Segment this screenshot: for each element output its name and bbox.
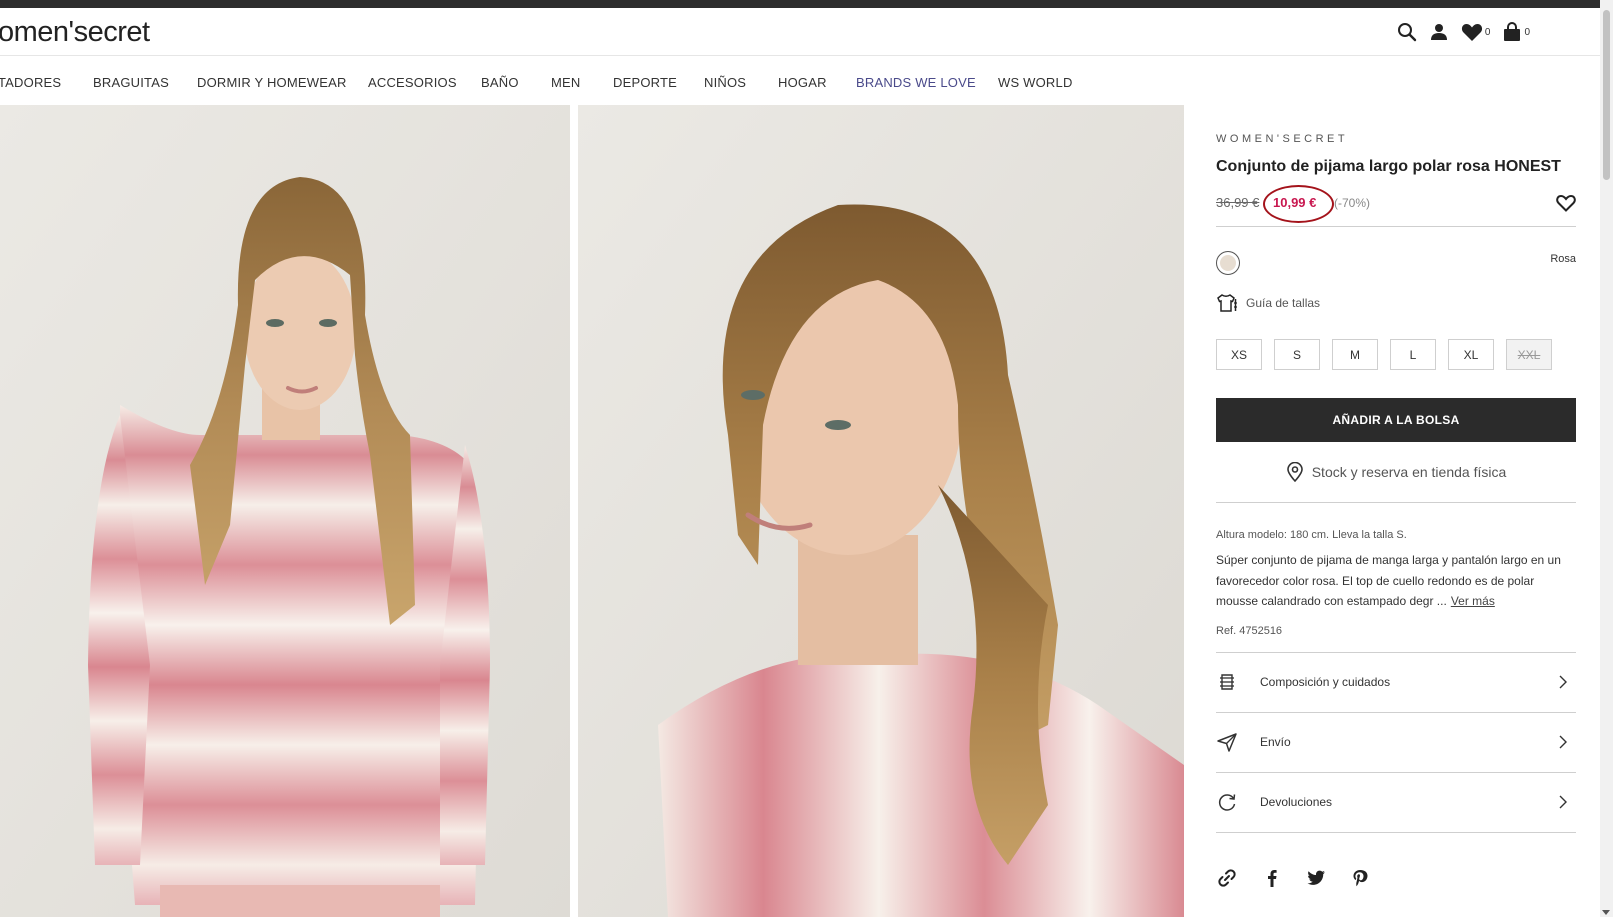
size-option-m[interactable]: M — [1332, 339, 1378, 370]
shopping-bag-icon — [1504, 22, 1521, 41]
add-to-bag-button[interactable]: AÑADIR A LA BOLSA — [1216, 398, 1576, 442]
product-title: Conjunto de pijama largo polar rosa HONE… — [1216, 158, 1561, 175]
nav-item-bano[interactable]: BAÑO — [481, 75, 519, 90]
description-text: Súper conjunto de pijama de manga larga … — [1216, 553, 1561, 608]
accordion-shipping-label: Envío — [1260, 735, 1291, 749]
accordion-composition[interactable]: Composición y cuidados — [1216, 652, 1576, 712]
nav-item-hogar[interactable]: HOGAR — [778, 75, 827, 90]
nav-item-brands-we-love[interactable]: BRANDS WE LOVE — [856, 75, 976, 90]
site-header: omen'secret 0 0 — [0, 8, 1600, 56]
accordion-returns-label: Devoluciones — [1260, 795, 1333, 809]
price-highlight-circle — [1263, 185, 1334, 223]
discount-percent: (-70%) — [1334, 196, 1371, 210]
product-details-panel: WOMEN'SECRET Conjunto de pijama largo po… — [1216, 105, 1576, 917]
search-icon[interactable] — [1397, 22, 1417, 42]
copy-link-icon[interactable] — [1216, 867, 1238, 889]
size-option-s[interactable]: S — [1274, 339, 1320, 370]
size-option-xxl-unavailable[interactable]: XXL — [1506, 339, 1552, 370]
nav-item-braguitas[interactable]: BRAGUITAS — [93, 75, 169, 90]
price-row: 36,99 € 10,99 € (-70%) — [1216, 185, 1576, 223]
nav-item-accesorios[interactable]: ACCESORIOS — [368, 75, 457, 90]
store-stock-link[interactable]: Stock y reserva en tienda física — [1216, 457, 1576, 487]
cart-link[interactable]: 0 — [1502, 22, 1530, 42]
wishlist-link[interactable]: 0 — [1461, 22, 1491, 42]
selected-color-name: Rosa — [1550, 253, 1576, 265]
size-option-xl[interactable]: XL — [1448, 339, 1494, 370]
divider — [1216, 832, 1576, 833]
care-label-icon — [1216, 672, 1238, 692]
location-pin-icon — [1286, 462, 1303, 482]
shirt-ruler-icon — [1217, 294, 1237, 312]
nav-item-deporte[interactable]: DEPORTE — [613, 75, 677, 90]
chevron-right-icon — [1558, 794, 1572, 810]
chevron-right-icon — [1558, 734, 1572, 750]
nav-item-dormir-homewear[interactable]: DORMIR Y HOMEWEAR — [197, 75, 347, 90]
wishlist-count: 0 — [1484, 26, 1491, 38]
add-to-wishlist-heart-icon[interactable] — [1556, 194, 1576, 217]
accordion-shipping[interactable]: Envío — [1216, 712, 1576, 772]
product-reference: Ref. 4752516 — [1216, 625, 1283, 637]
facebook-icon[interactable] — [1262, 868, 1282, 888]
nav-item-ws-world[interactable]: WS WORLD — [998, 75, 1073, 90]
product-brand: WOMEN'SECRET — [1216, 133, 1349, 145]
account-icon[interactable] — [1429, 22, 1449, 42]
divider — [1216, 502, 1576, 503]
size-guide-label: Guía de tallas — [1246, 296, 1321, 310]
original-price: 36,99 € — [1216, 195, 1260, 210]
divider — [1216, 226, 1576, 227]
store-stock-label: Stock y reserva en tienda física — [1311, 464, 1507, 480]
main-navigation: TADORES BRAGUITAS DORMIR Y HOMEWEAR ACCE… — [0, 56, 1600, 106]
nav-item-men[interactable]: MEN — [551, 75, 581, 90]
accordion-composition-label: Composición y cuidados — [1260, 675, 1391, 689]
send-paper-plane-icon — [1216, 732, 1238, 752]
read-more-link[interactable]: Ver más — [1451, 594, 1495, 608]
refresh-return-icon — [1216, 792, 1238, 812]
scroll-down-arrow-icon[interactable] — [1602, 910, 1610, 915]
brand-logo[interactable]: omen'secret — [0, 16, 150, 49]
cart-count: 0 — [1524, 26, 1530, 38]
product-description: Súper conjunto de pijama de manga larga … — [1216, 550, 1574, 612]
pinterest-icon[interactable] — [1350, 868, 1370, 888]
share-links — [1216, 867, 1370, 889]
accordion-returns[interactable]: Devoluciones — [1216, 772, 1576, 832]
size-guide-link[interactable]: Guía de tallas — [1216, 293, 1320, 313]
product-image-front[interactable] — [0, 105, 570, 917]
size-selector: XS S M L XL XXL — [1216, 339, 1552, 370]
twitter-icon[interactable] — [1306, 868, 1326, 888]
scrollbar-thumb[interactable] — [1603, 10, 1610, 180]
chevron-right-icon — [1558, 674, 1572, 690]
top-strip — [0, 0, 1613, 8]
size-option-l[interactable]: L — [1390, 339, 1436, 370]
color-swatch[interactable] — [1216, 251, 1240, 275]
product-image-portrait[interactable] — [578, 105, 1184, 917]
heart-icon — [1461, 24, 1482, 41]
model-info: Altura modelo: 180 cm. Lleva la talla S. — [1216, 529, 1407, 541]
header-actions: 0 0 — [1397, 22, 1530, 42]
nav-item-ninos[interactable]: NIÑOS — [704, 75, 746, 90]
nav-item-tadores[interactable]: TADORES — [0, 75, 61, 90]
page-scrollbar[interactable] — [1600, 0, 1613, 917]
size-option-xs[interactable]: XS — [1216, 339, 1262, 370]
